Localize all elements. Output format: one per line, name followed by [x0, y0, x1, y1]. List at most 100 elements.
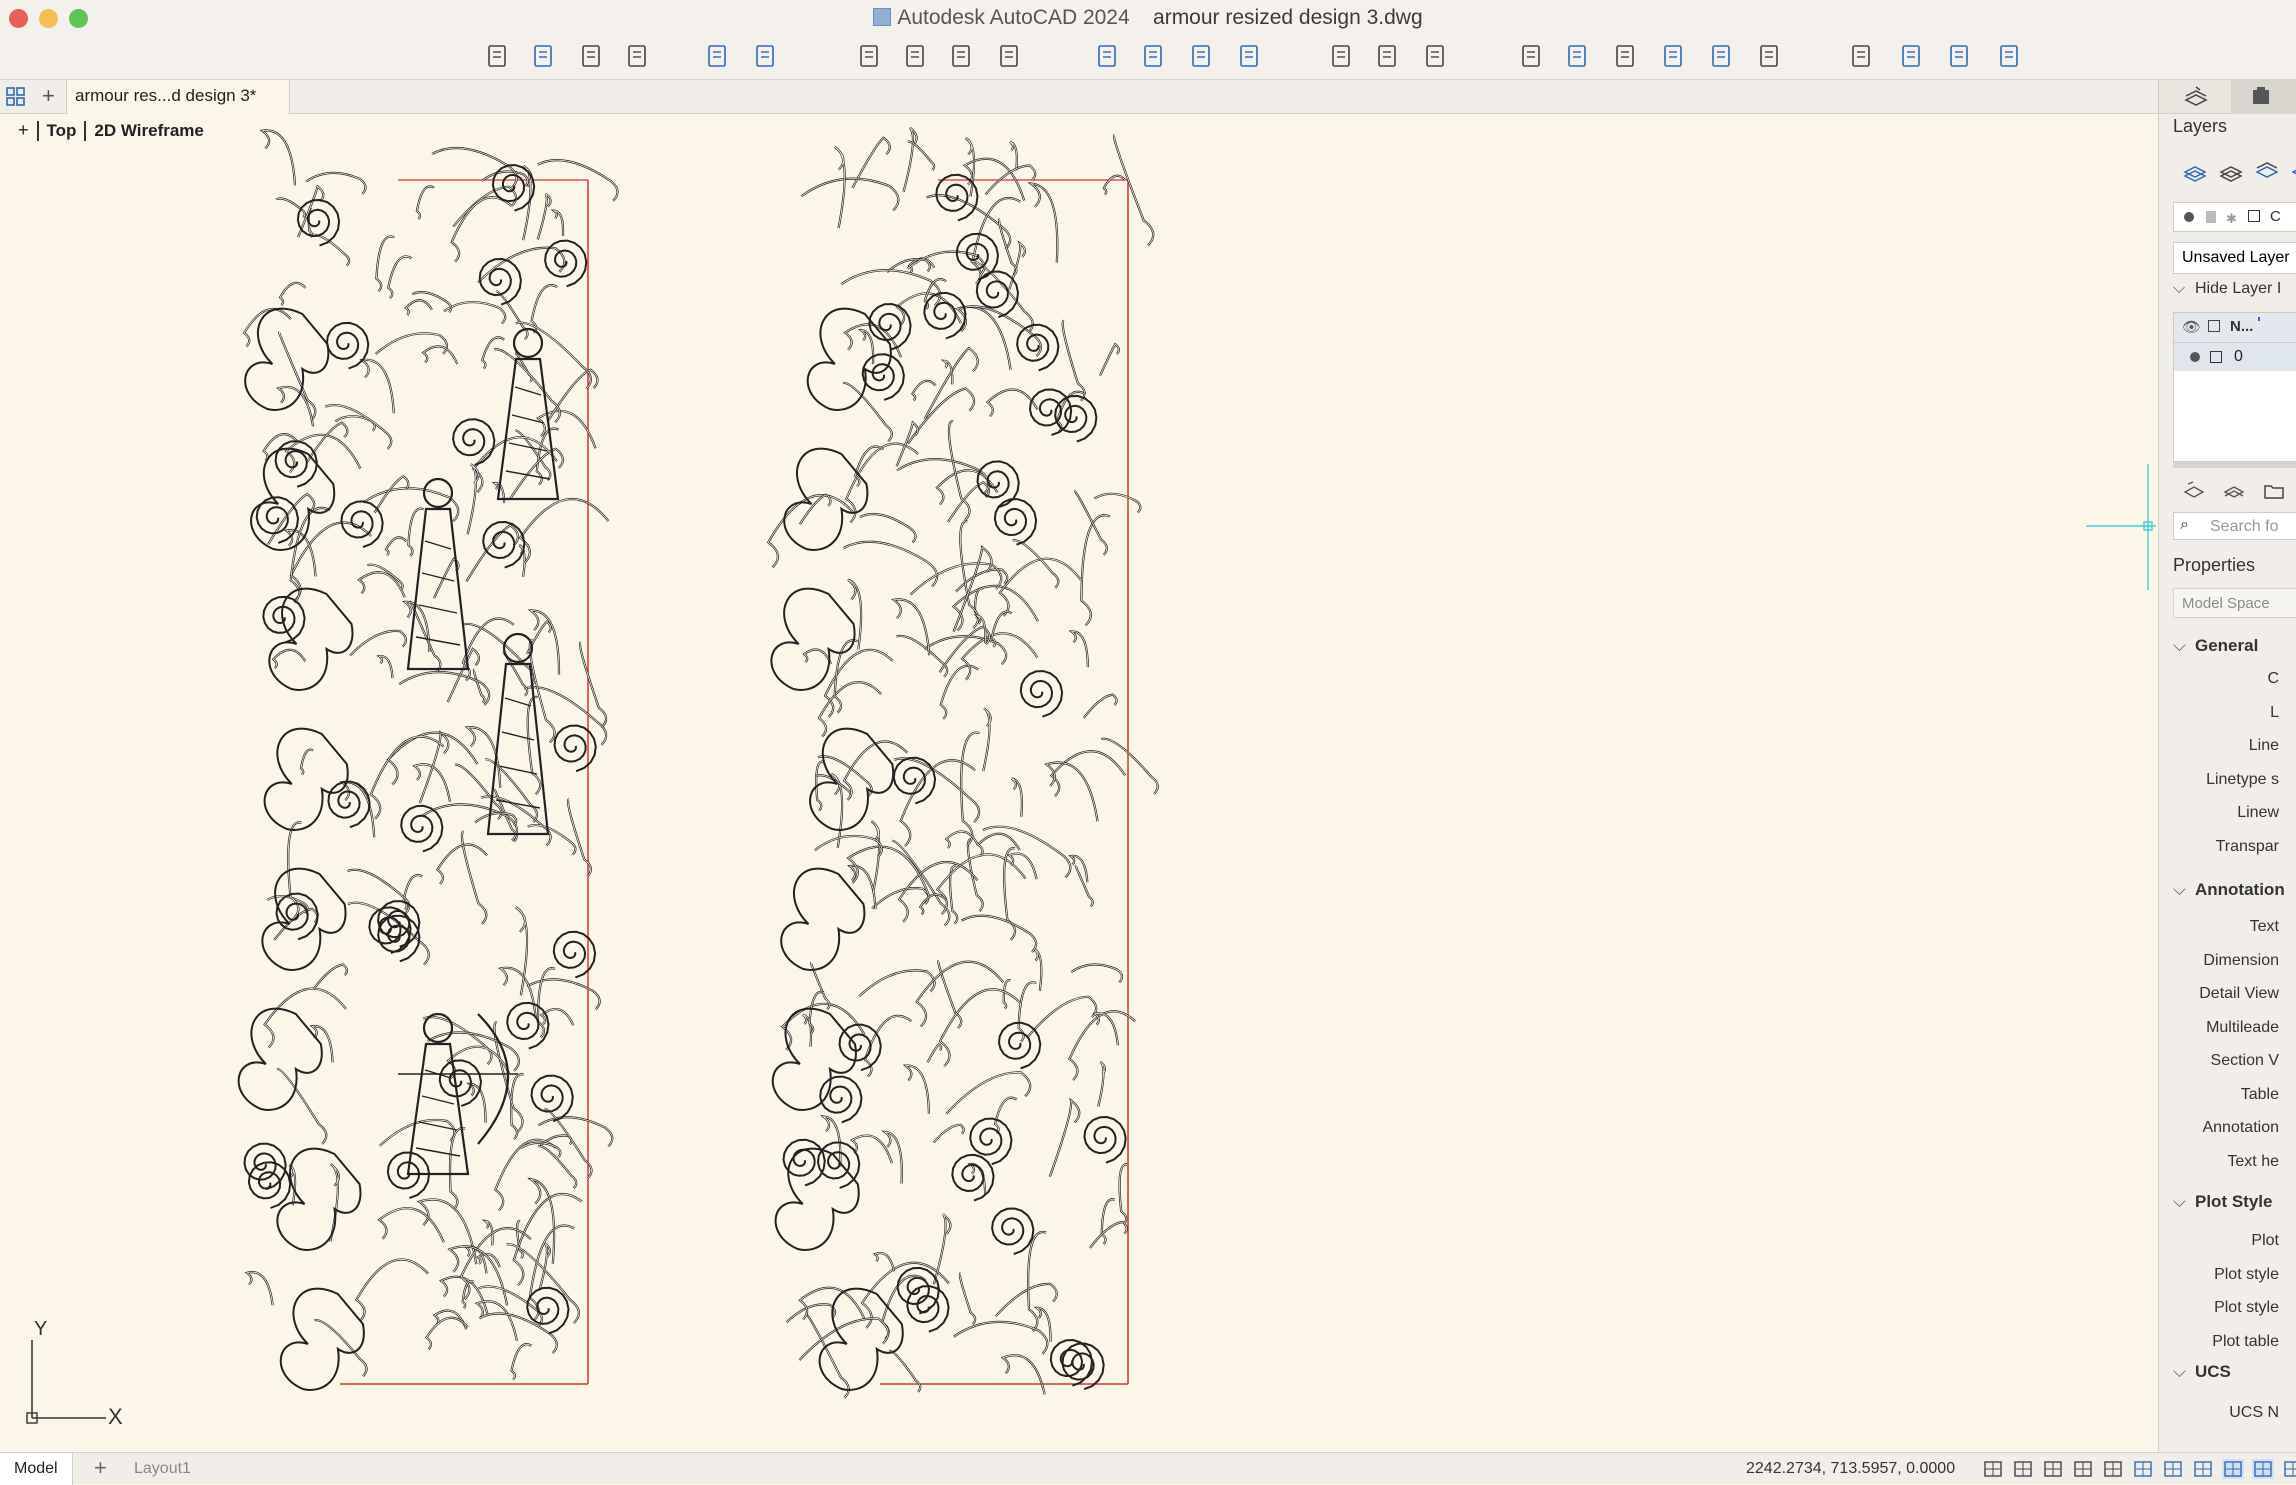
drawing-area[interactable]: [0, 114, 2158, 1452]
orbit-icon[interactable]: [1420, 40, 1452, 72]
export-icon[interactable]: [1138, 40, 1170, 72]
layer-row-0[interactable]: 0: [2174, 343, 2296, 371]
external-icon[interactable]: [1846, 40, 1878, 72]
ornament-scroll: [1070, 963, 1124, 984]
drawing-canvas[interactable]: [0, 114, 2158, 1452]
layer-0-on-icon[interactable]: [2190, 352, 2200, 362]
annotation-monitor-icon[interactable]: [2222, 1459, 2244, 1479]
layer-search-input[interactable]: ⌕ Search fo: [2173, 512, 2296, 540]
layers-tab-icon[interactable]: [2183, 86, 2209, 113]
ornament-scroll: [309, 233, 351, 267]
share-icon[interactable]: [1186, 40, 1218, 72]
ornament-scroll-inner: [375, 332, 448, 355]
viewport-menu-plus-icon[interactable]: +: [18, 120, 29, 141]
view-cube-label[interactable]: Top: [47, 121, 77, 141]
add-layout-plus-icon[interactable]: +: [94, 1455, 107, 1481]
layer-states-icon[interactable]: [2255, 158, 2279, 187]
lineweight-icon[interactable]: [2132, 1459, 2154, 1479]
pan-icon[interactable]: [1372, 40, 1404, 72]
ornament-spiral: [1019, 670, 1064, 718]
section-annotation[interactable]: ⌵ Annotation: [2173, 880, 2285, 900]
selection-cycling-icon[interactable]: [2192, 1459, 2214, 1479]
import-icon[interactable]: [1092, 40, 1124, 72]
layer-filter-icon[interactable]: [2183, 480, 2205, 507]
batch-plot-icon[interactable]: [900, 40, 932, 72]
xref-icon[interactable]: [1706, 40, 1738, 72]
measure-icon[interactable]: [1754, 40, 1786, 72]
ortho-icon[interactable]: [2042, 1459, 2064, 1479]
start-tab-grid-icon[interactable]: [6, 87, 26, 107]
ornament-scroll: [518, 497, 610, 564]
redo-icon[interactable]: [750, 40, 782, 72]
status-bar: Model + Layout1 2242.2734, 713.5957, 0.0…: [0, 1452, 2296, 1485]
send-icon[interactable]: [1896, 40, 1928, 72]
new-layer-icon[interactable]: [2183, 158, 2207, 187]
clean-screen-icon[interactable]: [2282, 1459, 2296, 1479]
polar-icon[interactable]: [2072, 1459, 2094, 1479]
layer-group-filter-icon[interactable]: [2223, 480, 2245, 507]
tab-layout1[interactable]: Layout1: [120, 1453, 205, 1485]
ornament-scroll: [960, 632, 1039, 681]
section-plot-style[interactable]: ⌵ Plot Style: [2173, 1192, 2272, 1212]
property-label: L: [2270, 703, 2279, 721]
ornament-scroll-inner: [531, 284, 558, 334]
folder-icon[interactable]: [2263, 480, 2285, 507]
updates-icon[interactable]: [1994, 40, 2026, 72]
hide-layer-filters[interactable]: ⌵ Hide Layer I: [2173, 280, 2281, 298]
ornament-spiral: [1016, 323, 1060, 372]
ornament-scroll-inner: [378, 1207, 445, 1243]
layer-state-dropdown[interactable]: Unsaved Layer: [2173, 242, 2296, 274]
section-annotation-label: Annotation: [2195, 880, 2285, 899]
tab-model[interactable]: Model: [0, 1453, 73, 1485]
ornament-scroll: [842, 540, 939, 588]
new-icon[interactable]: [482, 40, 514, 72]
cursor-crosshair: [2086, 464, 2156, 590]
section-general[interactable]: ⌵ General: [2173, 636, 2258, 656]
save-to-web-icon[interactable]: [1234, 40, 1266, 72]
open-icon[interactable]: [528, 40, 560, 72]
ornament-scroll-inner: [999, 558, 1082, 617]
zoom-icon[interactable]: [1326, 40, 1358, 72]
coordinates-readout[interactable]: 2242.2734, 713.5957, 0.0000: [1746, 1460, 1955, 1478]
new-tab-plus-icon[interactable]: +: [42, 83, 55, 109]
new-layer-vp-icon[interactable]: [2219, 158, 2243, 187]
column-name-header[interactable]: N...: [2230, 318, 2253, 335]
transparency-icon[interactable]: [2162, 1459, 2184, 1479]
plot-preview-icon[interactable]: [946, 40, 978, 72]
ornament-scroll: [1073, 489, 1108, 556]
tab-drawing-label: armour res...d design 3*: [75, 86, 257, 105]
eye-icon[interactable]: 👁: [2182, 318, 2201, 336]
ornament-scroll: [480, 1312, 558, 1354]
layer-icon[interactable]: [1562, 40, 1594, 72]
units-icon[interactable]: [2252, 1459, 2274, 1479]
current-layer-control[interactable]: ✱ C: [2173, 202, 2296, 232]
isodraft-icon[interactable]: [2102, 1459, 2124, 1479]
block-icon[interactable]: [1658, 40, 1690, 72]
ornament-scroll: [376, 655, 394, 679]
ornament-scroll-inner: [860, 329, 874, 365]
ornament-scroll-inner: [945, 1072, 1031, 1115]
publish-icon[interactable]: [994, 40, 1026, 72]
undo-icon[interactable]: [702, 40, 734, 72]
cloud-icon[interactable]: [1944, 40, 1976, 72]
layer-list-scrollbar[interactable]: [2173, 462, 2296, 468]
layer-list[interactable]: 👁 N... 0: [2173, 312, 2296, 462]
selection-dropdown[interactable]: Model Space: [2173, 588, 2296, 618]
acanthus-leaf: [237, 1007, 323, 1111]
snap-icon[interactable]: [2012, 1459, 2034, 1479]
layer-delete-icon[interactable]: [2291, 158, 2296, 187]
visual-style-label[interactable]: 2D Wireframe: [94, 121, 203, 141]
properties-tab-button[interactable]: [2231, 80, 2296, 114]
matchprop-icon[interactable]: [1610, 40, 1642, 72]
tab-drawing[interactable]: armour res...d design 3*: [66, 80, 290, 114]
plot-icon[interactable]: [854, 40, 886, 72]
ornament-scroll-inner: [313, 964, 348, 990]
grid-icon[interactable]: [1982, 1459, 2004, 1479]
section-ucs[interactable]: ⌵ UCS: [2173, 1362, 2231, 1382]
save-as-icon[interactable]: [622, 40, 654, 72]
ornament-scroll-inner: [1062, 320, 1085, 402]
ornament-spiral: [552, 930, 597, 979]
save-icon[interactable]: [576, 40, 608, 72]
layer-0-color-icon[interactable]: [2210, 351, 2222, 363]
properties-icon[interactable]: [1516, 40, 1548, 72]
